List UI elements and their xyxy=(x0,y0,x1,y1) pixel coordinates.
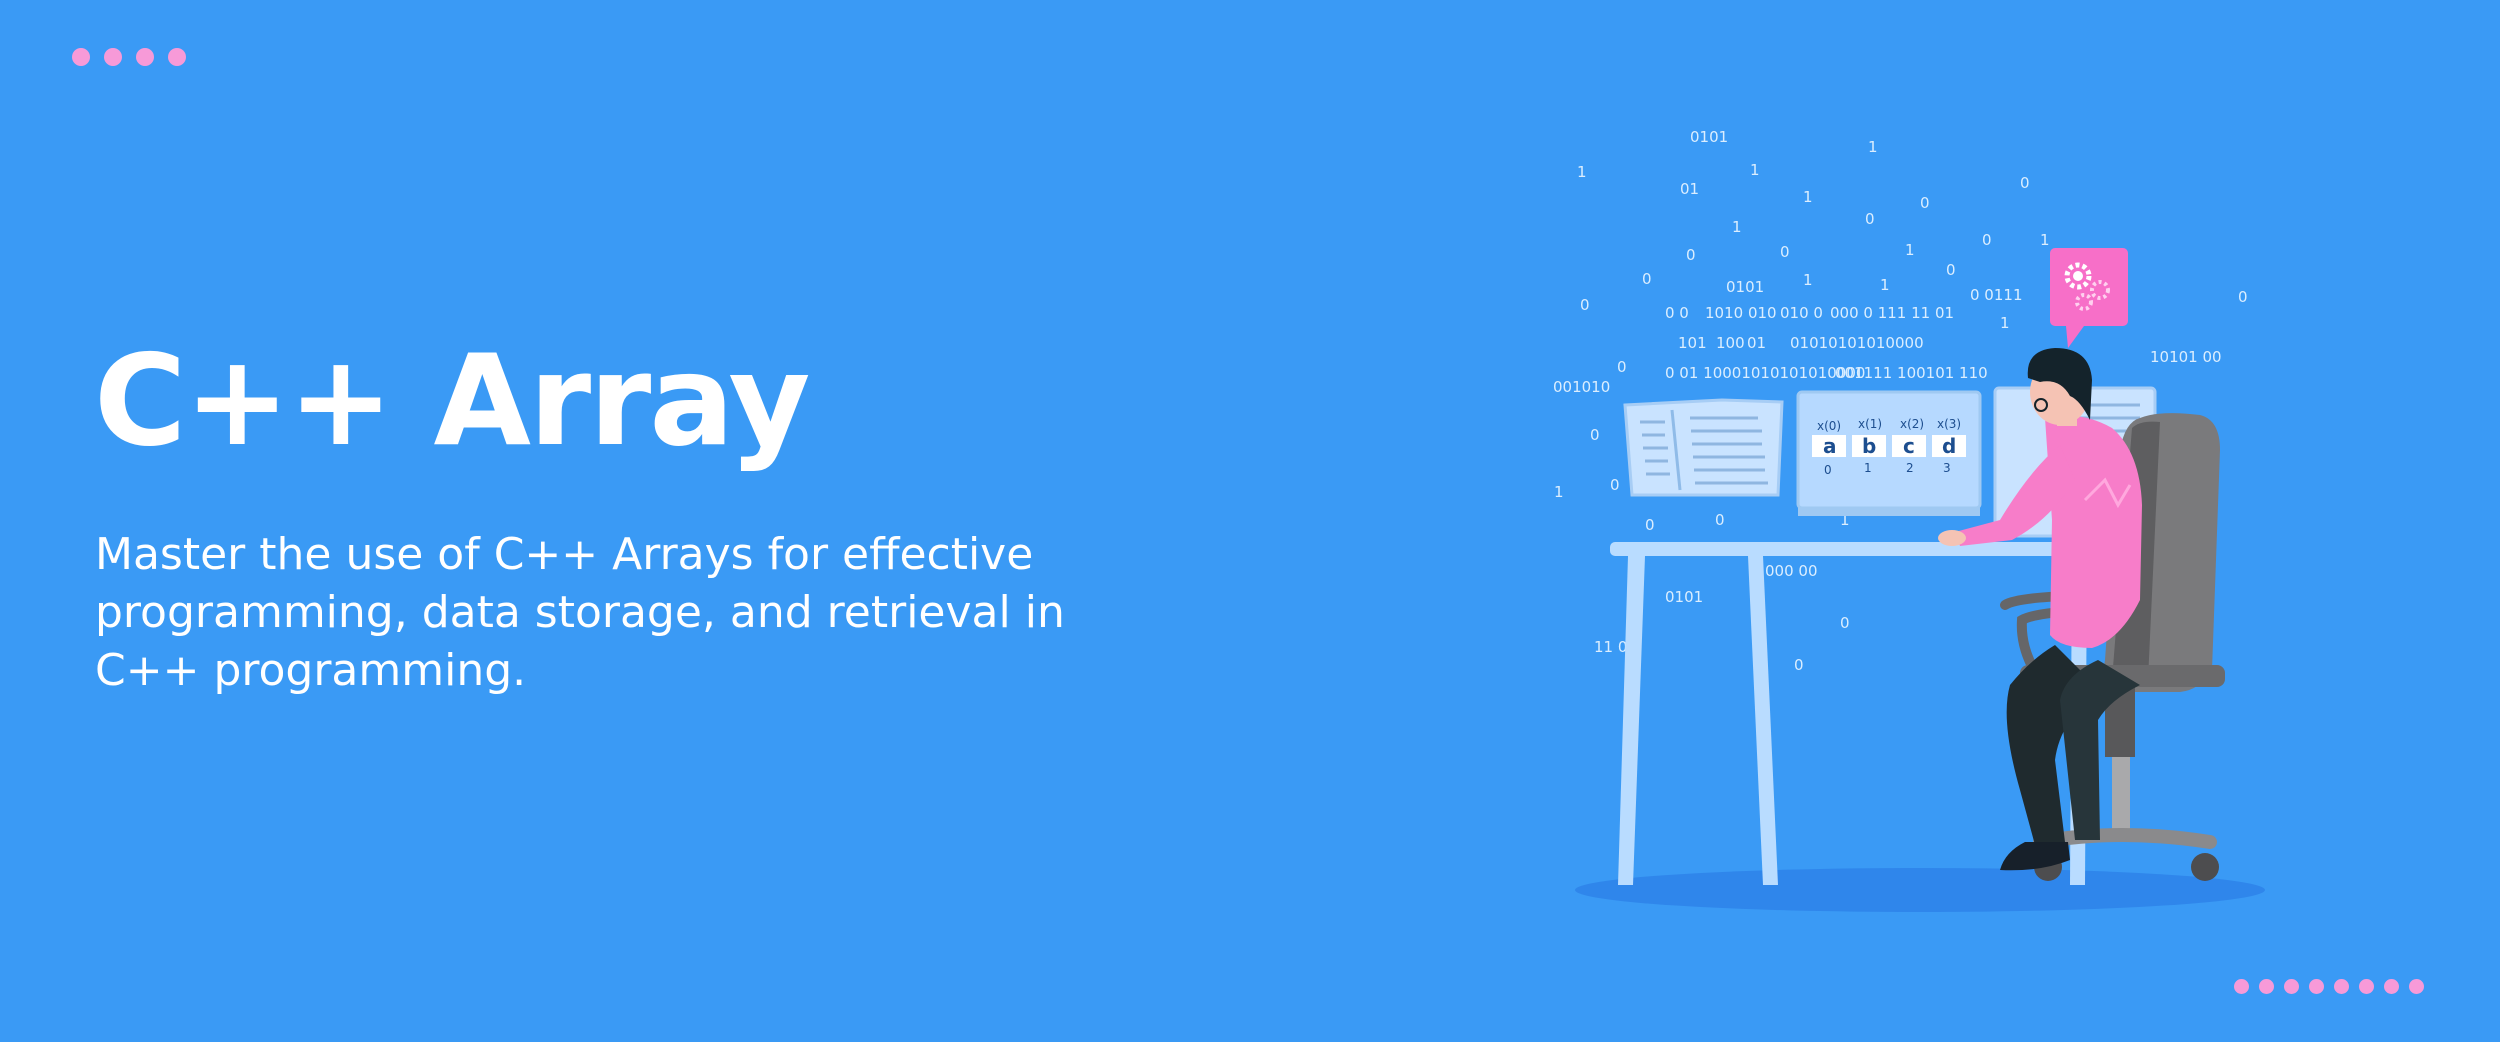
binary-text: 0 xyxy=(1794,656,1804,674)
array-monitor: x(0) x(1) x(2) x(3) a b c d 0 1 2 3 xyxy=(1796,390,1982,516)
page-subtitle: Master the use of C++ Arrays for effecti… xyxy=(95,529,1065,696)
binary-text: 010 0 xyxy=(1780,304,1823,322)
binary-text: 0 xyxy=(1715,511,1725,529)
binary-text: 0 0 xyxy=(1665,304,1689,322)
dot xyxy=(2284,979,2299,994)
array-value: c xyxy=(1903,434,1915,458)
dot xyxy=(2309,979,2324,994)
array-index: 0 xyxy=(1824,463,1832,477)
dot xyxy=(104,48,122,66)
binary-text: 1010 010 xyxy=(1705,304,1777,322)
binary-text: 0101 xyxy=(1726,278,1764,296)
binary-text: 0 xyxy=(1645,516,1655,534)
binary-text: 1 xyxy=(1554,483,1564,501)
binary-text: 0 xyxy=(1580,296,1590,314)
binary-text: 1 xyxy=(2000,314,2010,332)
array-value: b xyxy=(1862,434,1876,458)
desk-top xyxy=(1610,542,2090,556)
binary-text: 1 xyxy=(1803,271,1813,289)
document-monitor xyxy=(1623,398,1784,497)
binary-text: 1 xyxy=(2040,231,2050,249)
binary-text: 0 xyxy=(1642,270,1652,288)
dot xyxy=(2384,979,2399,994)
binary-text: 1 xyxy=(1905,241,1915,259)
floor-shadow xyxy=(1575,868,2265,912)
binary-text: 1 xyxy=(1732,218,1742,236)
binary-text: 0 xyxy=(1617,358,1627,376)
binary-text: 000 0 111 11 01 xyxy=(1830,304,1954,322)
binary-text: 0 xyxy=(1982,231,1992,249)
binary-text: 0101 xyxy=(1665,588,1703,606)
dot xyxy=(168,48,186,66)
dot xyxy=(2409,979,2424,994)
binary-text: 1 xyxy=(1868,138,1878,156)
binary-text: 1 xyxy=(1803,188,1813,206)
binary-text: 0 xyxy=(1780,243,1790,261)
hand xyxy=(1938,530,1966,546)
binary-text: 1 xyxy=(1880,276,1890,294)
desk-leg xyxy=(1618,556,1645,885)
array-value: a xyxy=(1823,434,1837,458)
binary-text: 0101 xyxy=(1690,128,1728,146)
programmer-illustration: 0101 1 1 1 01 1 0 0 1 0 0 0 1 0 0101 0 1… xyxy=(1553,128,2265,912)
chair-wheel xyxy=(2191,853,2219,881)
dot xyxy=(2259,979,2274,994)
binary-text: 1 xyxy=(1750,161,1760,179)
array-value: d xyxy=(1942,434,1956,458)
array-index: 2 xyxy=(1906,461,1914,475)
dot xyxy=(72,48,90,66)
page-title: C++ Array xyxy=(94,327,811,474)
array-header: x(2) xyxy=(1900,417,1924,431)
binary-text: 0 xyxy=(2238,288,2248,306)
binary-text: 01 xyxy=(1747,334,1766,352)
binary-text: 0 xyxy=(1840,614,1850,632)
binary-text: 0 xyxy=(2020,174,2030,192)
binary-text: 0 xyxy=(1865,210,1875,228)
binary-text: 000 00 xyxy=(1765,562,1818,580)
binary-text: 10101 00 xyxy=(2150,348,2222,366)
array-header: x(3) xyxy=(1937,417,1961,431)
chair-base xyxy=(2033,828,2217,849)
binary-text: 0 xyxy=(1920,194,1930,212)
array-index: 1 xyxy=(1864,461,1872,475)
array-header: x(1) xyxy=(1858,417,1882,431)
gears-bubble xyxy=(2050,248,2128,348)
array-header: x(0) xyxy=(1817,419,1841,433)
binary-text: 0 xyxy=(1686,246,1696,264)
binary-text: 1 xyxy=(1577,163,1587,181)
decorative-dots-bottom xyxy=(2234,979,2424,994)
binary-text: 100 xyxy=(1716,334,1745,352)
binary-text: 01 xyxy=(1680,180,1699,198)
dot xyxy=(2359,979,2374,994)
bubble xyxy=(2050,248,2128,326)
desk-leg xyxy=(1748,556,1778,885)
dot xyxy=(2234,979,2249,994)
binary-text: 001010 xyxy=(1553,378,1610,396)
dot xyxy=(136,48,154,66)
binary-text: 101 xyxy=(1678,334,1707,352)
binary-text: 01010101010000 xyxy=(1790,334,1924,352)
binary-text: 001111 100101 110 xyxy=(1835,364,1988,382)
binary-text: 0 xyxy=(1946,261,1956,279)
decorative-dots-top xyxy=(72,48,186,66)
binary-text: 0 xyxy=(1610,476,1620,494)
binary-text: 0 xyxy=(1590,426,1600,444)
array-index: 3 xyxy=(1943,461,1951,475)
dot xyxy=(2334,979,2349,994)
binary-text: 0 0111 xyxy=(1970,286,2023,304)
